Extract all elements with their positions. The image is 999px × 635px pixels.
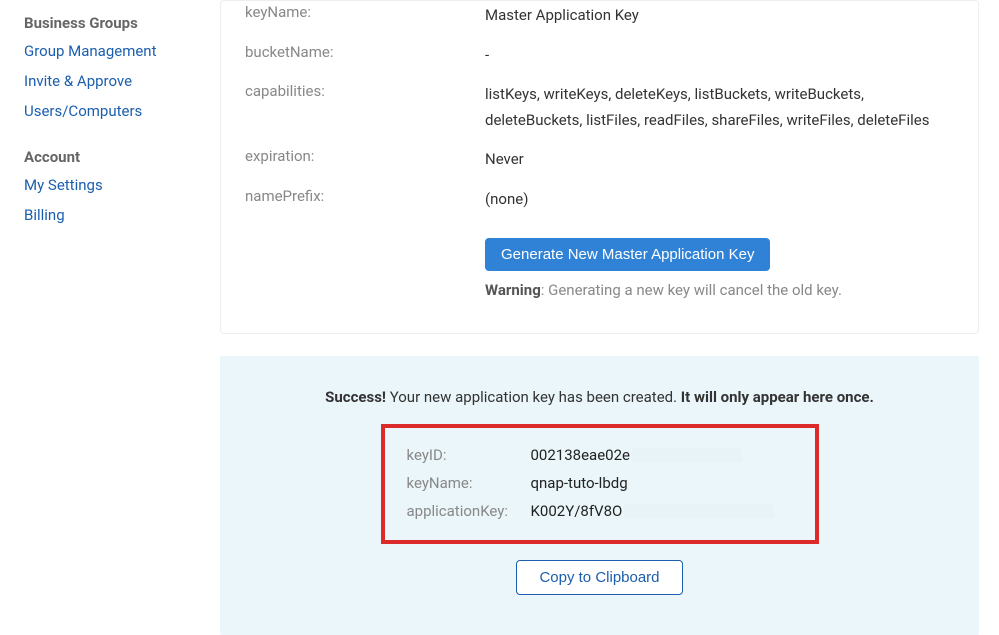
kv-row-action: Generate New Master Application Key Warn… [221, 238, 978, 299]
sidebar-item-billing[interactable]: Billing [24, 206, 220, 224]
key-label: keyID: [407, 446, 531, 464]
kv-label: namePrefix: [245, 187, 485, 205]
new-key-highlight-box: keyID: 002138eae02e keyName: qnap-tuto-l… [381, 424, 819, 544]
redacted-block [624, 504, 774, 518]
kv-value: - [485, 43, 489, 69]
kv-label: expiration: [245, 147, 485, 165]
success-label: Success! [325, 388, 386, 406]
warning-message: : Generating a new key will cancel the o… [541, 281, 842, 299]
warning-text: Warning: Generating a new key will cance… [485, 281, 842, 299]
sidebar-section-title: Account [24, 148, 220, 166]
key-row-keyname: keyName: qnap-tuto-lbdg [407, 474, 793, 492]
sidebar-item-my-settings[interactable]: My Settings [24, 176, 220, 194]
copy-button-wrap: Copy to Clipboard [260, 560, 939, 595]
copy-to-clipboard-button[interactable]: Copy to Clipboard [516, 560, 682, 595]
sidebar-item-group-management[interactable]: Group Management [24, 42, 220, 60]
sidebar-item-users-computers[interactable]: Users/Computers [24, 102, 220, 120]
key-label: applicationKey: [407, 502, 531, 520]
key-value-text: qnap-tuto-lbdg [531, 474, 628, 492]
warning-label: Warning [485, 281, 541, 299]
sidebar-item-invite-approve[interactable]: Invite & Approve [24, 72, 220, 90]
kv-value: Master Application Key [485, 3, 639, 29]
kv-label: keyName: [245, 3, 485, 21]
success-panel: Success! Your new application key has be… [220, 356, 979, 635]
kv-row-expiration: expiration: Never [221, 147, 978, 173]
generate-master-key-button[interactable]: Generate New Master Application Key [485, 238, 770, 271]
key-value-text: K002Y/8fV8O [531, 502, 623, 520]
success-text: Your new application key has been create… [386, 388, 681, 406]
kv-row-bucketname: bucketName: - [221, 43, 978, 69]
sidebar-section-title: Business Groups [24, 14, 220, 32]
kv-row-keyname: keyName: Master Application Key [221, 3, 978, 29]
master-key-panel: keyName: Master Application Key bucketNa… [220, 0, 979, 334]
key-value-keyname: qnap-tuto-lbdg [531, 474, 628, 492]
key-row-applicationkey: applicationKey: K002Y/8fV8O [407, 502, 793, 520]
key-value-keyid: 002138eae02e [531, 446, 742, 464]
sidebar-section-business-groups: Business Groups Group Management Invite … [24, 14, 220, 120]
kv-value: listKeys, writeKeys, deleteKeys, listBuc… [485, 82, 954, 133]
main-content: keyName: Master Application Key bucketNa… [220, 0, 999, 635]
kv-label: capabilities: [245, 82, 485, 100]
key-row-keyid: keyID: 002138eae02e [407, 446, 793, 464]
kv-value: Never [485, 147, 524, 173]
sidebar-section-account: Account My Settings Billing [24, 148, 220, 224]
sidebar: Business Groups Group Management Invite … [0, 0, 220, 635]
key-value-text: 002138eae02e [531, 446, 630, 464]
key-label: keyName: [407, 474, 531, 492]
success-message: Success! Your new application key has be… [260, 388, 939, 406]
kv-row-capabilities: capabilities: listKeys, writeKeys, delet… [221, 82, 978, 133]
key-value-applicationkey: K002Y/8fV8O [531, 502, 775, 520]
success-once: It will only appear here once. [681, 388, 874, 406]
kv-row-nameprefix: namePrefix: (none) [221, 187, 978, 213]
kv-value: (none) [485, 187, 528, 213]
redacted-block [632, 448, 742, 462]
kv-label: bucketName: [245, 43, 485, 61]
